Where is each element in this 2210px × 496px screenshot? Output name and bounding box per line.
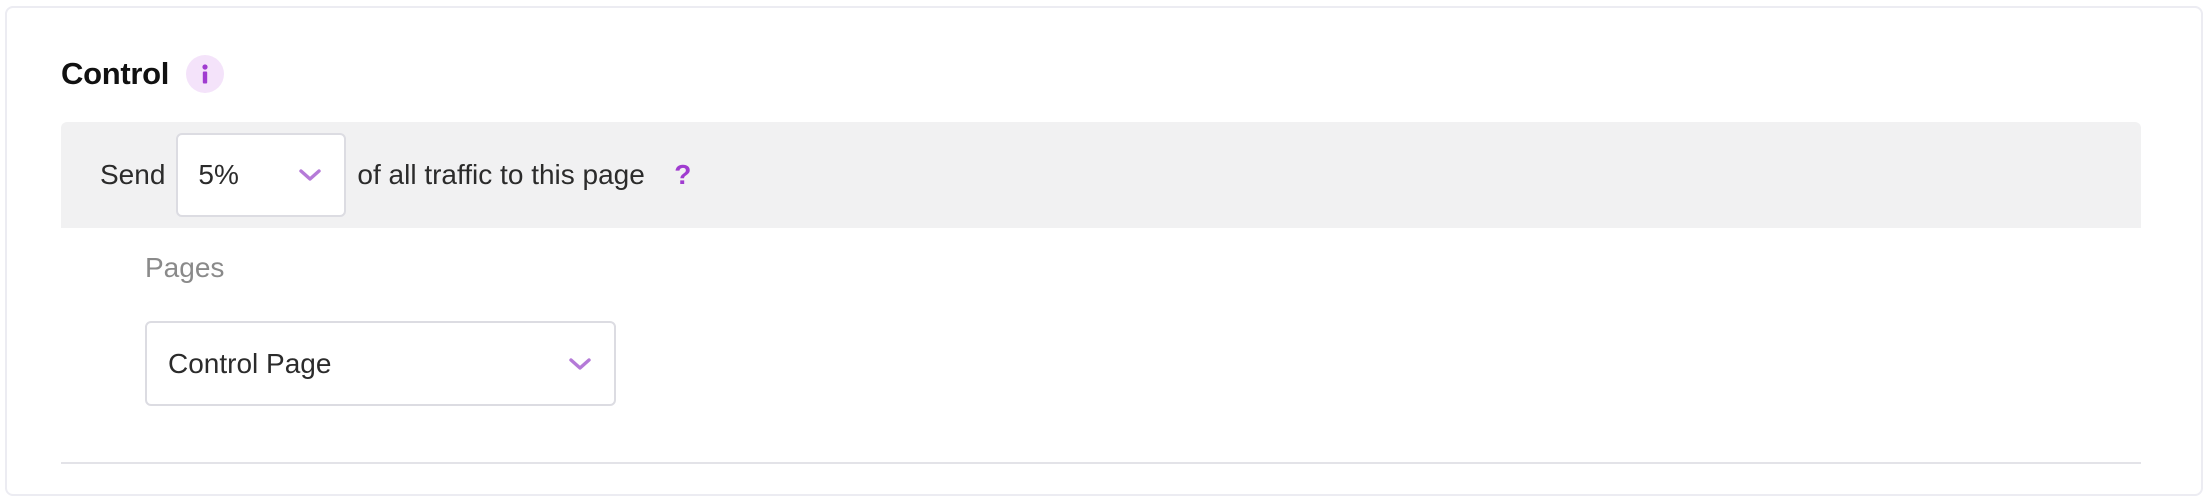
info-icon[interactable] bbox=[186, 55, 225, 93]
info-glyph bbox=[202, 64, 208, 84]
control-card bbox=[5, 6, 2203, 496]
section-divider bbox=[61, 462, 2141, 464]
traffic-allocation-row: Send 5% of all traffic to this page ? bbox=[61, 122, 2141, 228]
traffic-percent-value: 5% bbox=[198, 159, 239, 190]
section-header: Control bbox=[61, 50, 225, 98]
section-title: Control bbox=[61, 56, 170, 91]
chevron-down-icon bbox=[299, 169, 322, 181]
page-select[interactable]: Control Page bbox=[145, 321, 616, 406]
question-mark-icon[interactable]: ? bbox=[665, 157, 701, 193]
traffic-suffix-label: of all traffic to this page bbox=[357, 159, 645, 190]
traffic-percent-select[interactable]: 5% bbox=[176, 133, 347, 217]
page-select-value: Control Page bbox=[168, 347, 332, 379]
chevron-down-icon bbox=[569, 357, 591, 370]
pages-label: Pages bbox=[145, 252, 225, 283]
send-label: Send bbox=[100, 159, 166, 190]
traffic-sentence: Send 5% of all traffic to this page ? bbox=[100, 133, 701, 217]
